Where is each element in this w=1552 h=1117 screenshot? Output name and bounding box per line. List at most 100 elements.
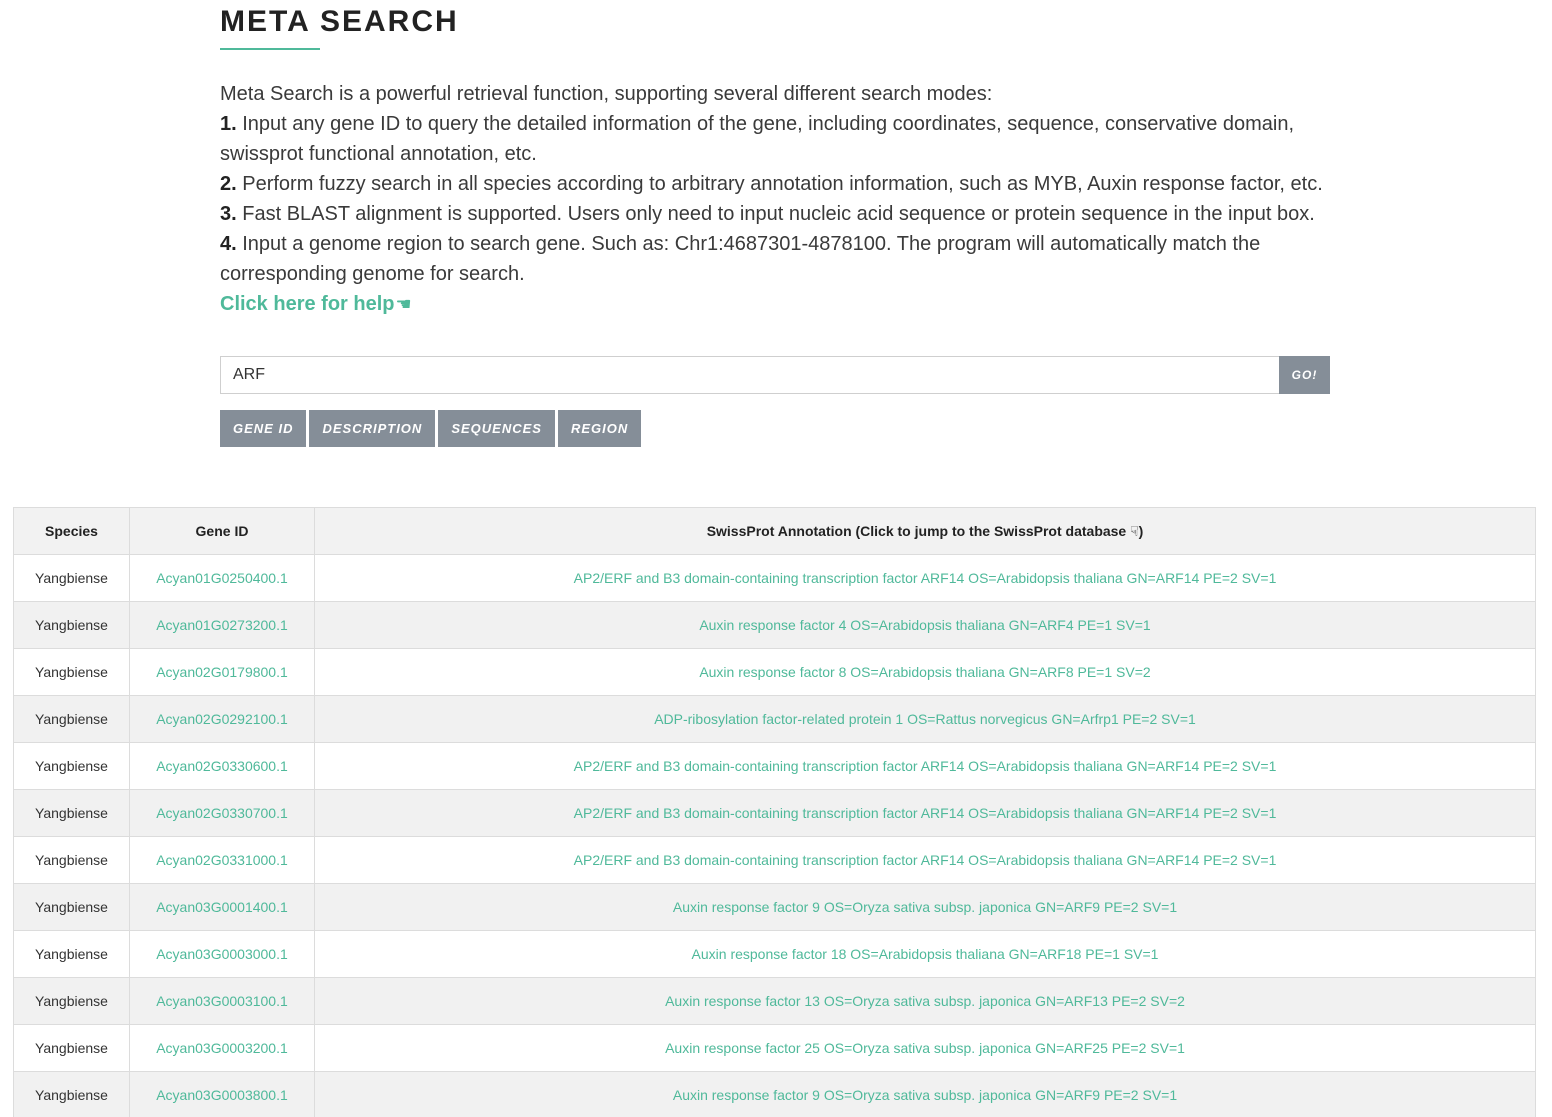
annotation-cell: Auxin response factor 9 OS=Oryza sativa … (314, 883, 1536, 931)
gene-id-cell: Acyan02G0330700.1 (129, 789, 315, 837)
species-cell: Yangbiense (13, 648, 130, 696)
annotation-cell: AP2/ERF and B3 domain-containing transcr… (314, 789, 1536, 837)
swissprot-annotation-link[interactable]: Auxin response factor 18 OS=Arabidopsis … (692, 946, 1159, 962)
region-mode-button[interactable]: REGION (557, 410, 642, 447)
table-row: Yangbiense Acyan01G0273200.1 Auxin respo… (13, 601, 1536, 649)
species-cell: Yangbiense (13, 789, 130, 837)
gene-id-cell: Acyan03G0003100.1 (129, 977, 315, 1025)
species-cell: Yangbiense (13, 930, 130, 978)
species-cell: Yangbiense (13, 977, 130, 1025)
species-cell: Yangbiense (13, 1024, 130, 1072)
annotation-cell: AP2/ERF and B3 domain-containing transcr… (314, 836, 1536, 884)
intro-item-number: 1. (220, 113, 237, 135)
intro-item-number: 3. (220, 203, 237, 225)
swissprot-annotation-link[interactable]: AP2/ERF and B3 domain-containing transcr… (574, 805, 1277, 821)
annotation-cell: Auxin response factor 8 OS=Arabidopsis t… (314, 648, 1536, 696)
species-cell: Yangbiense (13, 554, 130, 602)
gene-id-cell: Acyan03G0003800.1 (129, 1071, 315, 1117)
intro-item-number: 2. (220, 173, 237, 195)
annotation-cell: Auxin response factor 25 OS=Oryza sativa… (314, 1024, 1536, 1072)
swissprot-annotation-link[interactable]: Auxin response factor 9 OS=Oryza sativa … (673, 899, 1177, 915)
gene-id-cell: Acyan02G0331000.1 (129, 836, 315, 884)
intro-item-text: Input a genome region to search gene. Su… (220, 233, 1261, 285)
species-cell: Yangbiense (13, 742, 130, 790)
gene-id-link[interactable]: Acyan02G0330700.1 (156, 805, 288, 821)
go-button[interactable]: GO! (1279, 356, 1330, 394)
intro-item-text: Input any gene ID to query the detailed … (220, 113, 1295, 165)
results-table: Species Gene ID SwissProt Annotation (Cl… (13, 507, 1536, 1117)
gene-id-cell: Acyan02G0292100.1 (129, 695, 315, 743)
gene-id-cell: Acyan02G0179800.1 (129, 648, 315, 696)
table-row: Yangbiense Acyan01G0250400.1 AP2/ERF and… (13, 554, 1536, 602)
gene-id-link[interactable]: Acyan02G0292100.1 (156, 711, 288, 727)
annotation-cell: Auxin response factor 18 OS=Arabidopsis … (314, 930, 1536, 978)
swissprot-annotation-link[interactable]: Auxin response factor 13 OS=Oryza sativa… (665, 993, 1185, 1009)
table-row: Yangbiense Acyan02G0179800.1 Auxin respo… (13, 648, 1536, 696)
intro-item: 2. Perform fuzzy search in all species a… (220, 169, 1330, 199)
table-row: Yangbiense Acyan03G0003200.1 Auxin respo… (13, 1024, 1536, 1072)
gene-id-cell: Acyan03G0003200.1 (129, 1024, 315, 1072)
gene-id-link[interactable]: Acyan02G0330600.1 (156, 758, 288, 774)
table-row: Yangbiense Acyan03G0003800.1 Auxin respo… (13, 1071, 1536, 1117)
swissprot-annotation-link[interactable]: Auxin response factor 9 OS=Oryza sativa … (673, 1087, 1177, 1103)
table-row: Yangbiense Acyan02G0330700.1 AP2/ERF and… (13, 789, 1536, 837)
gene-id-link[interactable]: Acyan01G0250400.1 (156, 570, 288, 586)
sequences-mode-button[interactable]: SEQUENCES (438, 410, 555, 447)
search-mode-buttons: GENE ID DESCRIPTION SEQUENCES REGION (220, 410, 642, 447)
intro-item: 3. Fast BLAST alignment is supported. Us… (220, 199, 1330, 229)
search-bar: GO! (220, 356, 1330, 394)
swissprot-annotation-link[interactable]: AP2/ERF and B3 domain-containing transcr… (574, 758, 1277, 774)
gene-id-link[interactable]: Acyan01G0273200.1 (156, 617, 288, 633)
intro-item-text: Fast BLAST alignment is supported. Users… (236, 203, 1315, 225)
table-row: Yangbiense Acyan03G0001400.1 Auxin respo… (13, 883, 1536, 931)
table-row: Yangbiense Acyan02G0330600.1 AP2/ERF and… (13, 742, 1536, 790)
results-table-container: Species Gene ID SwissProt Annotation (Cl… (13, 507, 1536, 1117)
gene-id-column-header: Gene ID (129, 507, 315, 555)
gene-id-cell: Acyan01G0250400.1 (129, 554, 315, 602)
gene-id-link[interactable]: Acyan03G0003000.1 (156, 946, 288, 962)
page-title: META SEARCH (220, 5, 459, 38)
table-row: Yangbiense Acyan03G0003000.1 Auxin respo… (13, 930, 1536, 978)
intro-item-number: 4. (220, 233, 237, 255)
species-cell: Yangbiense (13, 836, 130, 884)
gene-id-cell: Acyan03G0003000.1 (129, 930, 315, 978)
gene-id-mode-button[interactable]: GENE ID (220, 410, 307, 447)
search-input[interactable] (220, 356, 1279, 394)
intro-lead: Meta Search is a powerful retrieval func… (220, 83, 993, 105)
gene-id-link[interactable]: Acyan02G0179800.1 (156, 664, 288, 680)
gene-id-link[interactable]: Acyan02G0331000.1 (156, 852, 288, 868)
intro-item: 4. Input a genome region to search gene.… (220, 229, 1330, 289)
swissprot-annotation-link[interactable]: AP2/ERF and B3 domain-containing transcr… (574, 570, 1277, 586)
gene-id-link[interactable]: Acyan03G0003800.1 (156, 1087, 288, 1103)
intro-item-text: Perform fuzzy search in all species acco… (236, 173, 1323, 195)
swissprot-annotation-link[interactable]: Auxin response factor 25 OS=Oryza sativa… (665, 1040, 1185, 1056)
description-mode-button[interactable]: DESCRIPTION (309, 410, 436, 447)
table-row: Yangbiense Acyan02G0331000.1 AP2/ERF and… (13, 836, 1536, 884)
gene-id-link[interactable]: Acyan03G0001400.1 (156, 899, 288, 915)
species-cell: Yangbiense (13, 601, 130, 649)
gene-id-link[interactable]: Acyan03G0003200.1 (156, 1040, 288, 1056)
meta-search-page: META SEARCH Meta Search is a powerful re… (0, 0, 1552, 1117)
species-cell: Yangbiense (13, 883, 130, 931)
intro-item: 1. Input any gene ID to query the detail… (220, 109, 1330, 169)
help-link[interactable]: Click here for help☚ (220, 289, 412, 319)
gene-id-cell: Acyan01G0273200.1 (129, 601, 315, 649)
table-row: Yangbiense Acyan02G0292100.1 ADP-ribosyl… (13, 695, 1536, 743)
species-cell: Yangbiense (13, 1071, 130, 1117)
swissprot-annotation-link[interactable]: AP2/ERF and B3 domain-containing transcr… (574, 852, 1277, 868)
gene-id-cell: Acyan03G0001400.1 (129, 883, 315, 931)
annotation-cell: AP2/ERF and B3 domain-containing transcr… (314, 554, 1536, 602)
annotation-cell: AP2/ERF and B3 domain-containing transcr… (314, 742, 1536, 790)
annotation-cell: Auxin response factor 9 OS=Oryza sativa … (314, 1071, 1536, 1117)
gene-id-cell: Acyan02G0330600.1 (129, 742, 315, 790)
gene-id-link[interactable]: Acyan03G0003100.1 (156, 993, 288, 1009)
swissprot-annotation-link[interactable]: ADP-ribosylation factor-related protein … (654, 711, 1196, 727)
species-cell: Yangbiense (13, 695, 130, 743)
table-header-row: Species Gene ID SwissProt Annotation (Cl… (13, 507, 1536, 555)
intro-text: Meta Search is a powerful retrieval func… (220, 79, 1330, 319)
swissprot-annotation-link[interactable]: Auxin response factor 8 OS=Arabidopsis t… (699, 664, 1150, 680)
annotation-cell: Auxin response factor 4 OS=Arabidopsis t… (314, 601, 1536, 649)
species-column-header: Species (13, 507, 130, 555)
swissprot-annotation-link[interactable]: Auxin response factor 4 OS=Arabidopsis t… (699, 617, 1150, 633)
annotation-cell: Auxin response factor 13 OS=Oryza sativa… (314, 977, 1536, 1025)
